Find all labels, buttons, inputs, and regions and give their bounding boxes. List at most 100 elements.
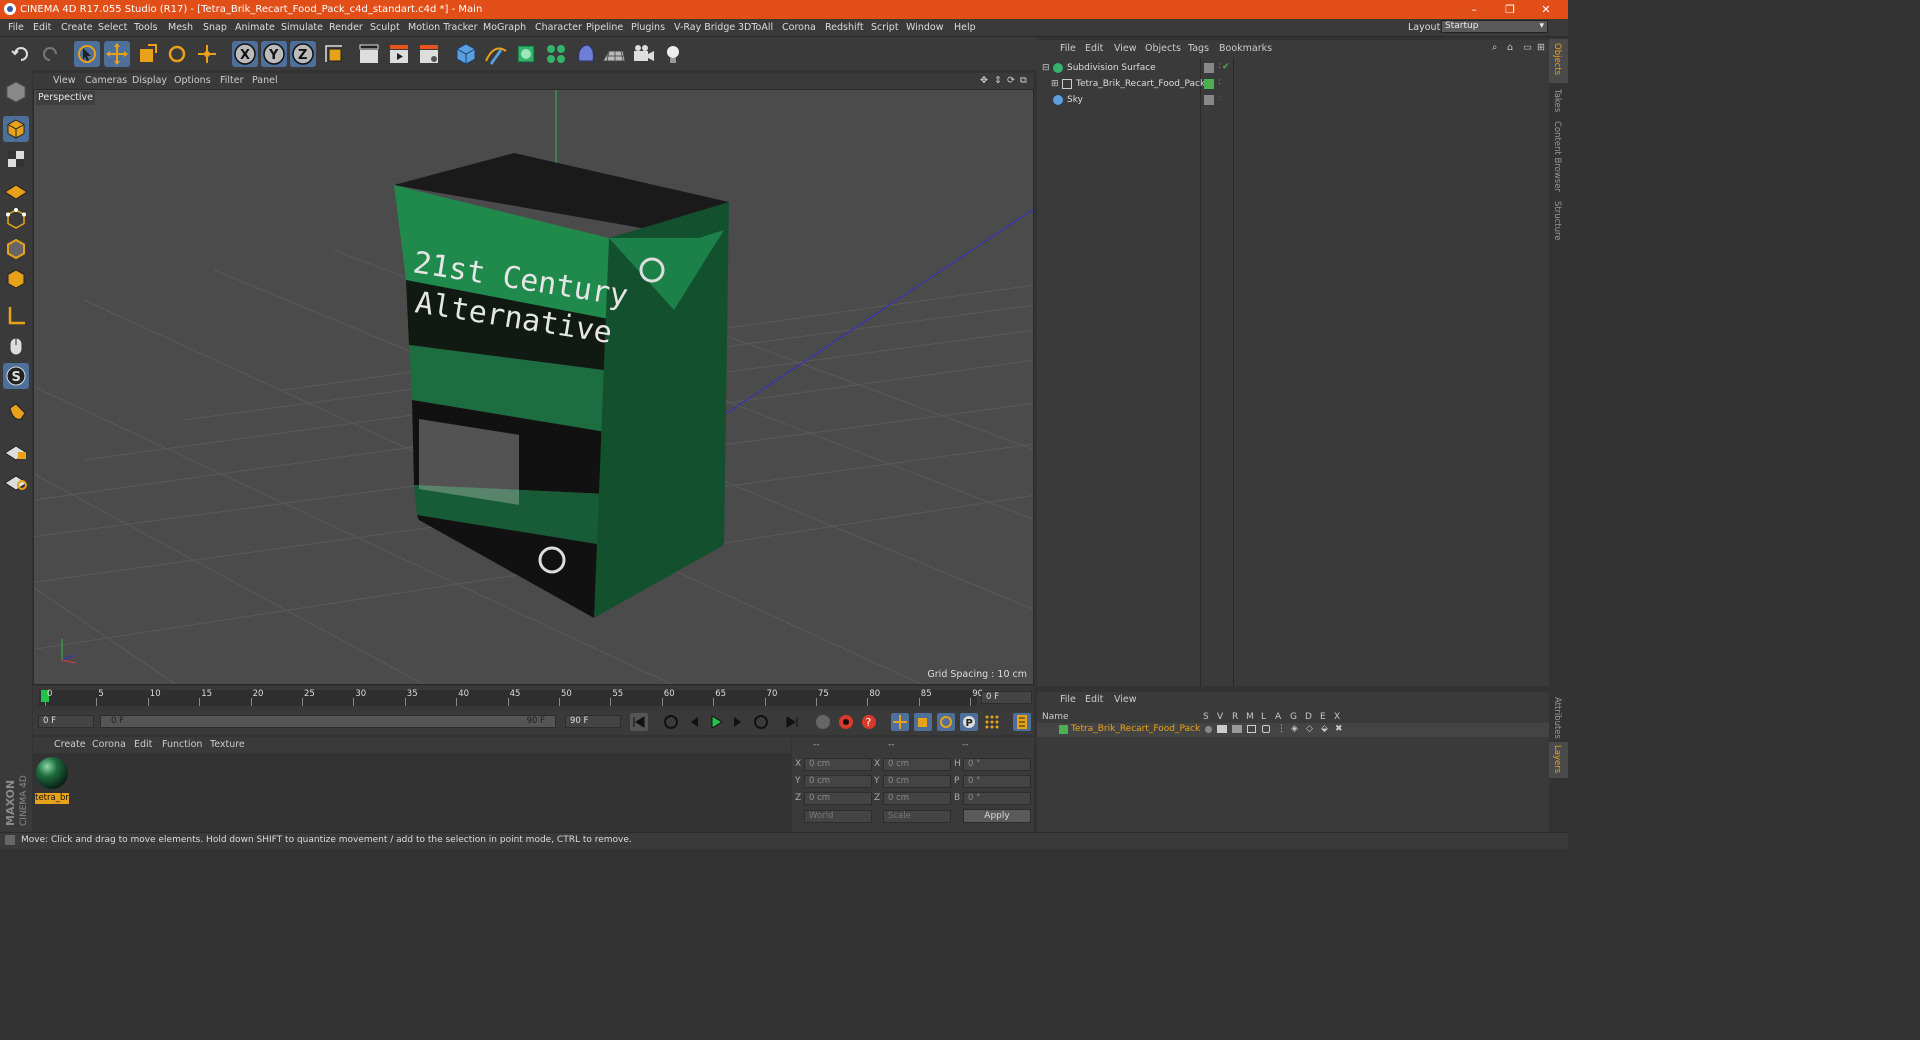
apply-button[interactable]: Apply — [963, 809, 1031, 823]
visibility-dots-icon[interactable]: : — [1218, 61, 1221, 71]
keyframe-selection-button[interactable]: ? — [860, 713, 878, 731]
animation-icon[interactable]: ⋮ — [1277, 724, 1286, 734]
menu-window[interactable]: Window — [906, 22, 943, 33]
end-frame-field[interactable]: 90 F — [565, 715, 621, 728]
move-tool-button[interactable] — [104, 41, 130, 67]
coord-y-position[interactable]: 0 cm — [804, 775, 872, 788]
add-subdivision-button[interactable] — [513, 41, 539, 67]
timeline-window-button[interactable] — [1013, 713, 1031, 731]
menu-simulate[interactable]: Simulate — [281, 22, 323, 33]
objects-menu-objects[interactable]: Objects — [1145, 43, 1181, 54]
size-y-field[interactable]: 0 cm — [883, 775, 951, 788]
scale-tool-button[interactable] — [134, 41, 160, 67]
menu-help[interactable]: Help — [954, 22, 976, 33]
tab-layers[interactable]: Layers — [1552, 745, 1562, 773]
objects-menu-tags[interactable]: Tags — [1188, 43, 1209, 54]
axis-mode-button[interactable] — [3, 303, 29, 329]
texture-mode-button[interactable] — [3, 146, 29, 172]
menu-character[interactable]: Character — [535, 22, 582, 33]
menu-mograph[interactable]: MoGraph — [483, 22, 526, 33]
viewport-menu-view[interactable]: View — [53, 75, 76, 86]
menu-3dtoall[interactable]: 3DToAll — [738, 22, 773, 33]
rotation-b-field[interactable]: 0 ° — [963, 792, 1031, 805]
rotation-h-field[interactable]: 0 ° — [963, 758, 1031, 771]
menu-script[interactable]: Script — [871, 22, 899, 33]
magnet-tool-button[interactable] — [3, 400, 29, 426]
generator-icon[interactable]: ◈ — [1291, 724, 1298, 734]
layers-menu-edit[interactable]: Edit — [1085, 694, 1103, 705]
add-mograph-button[interactable] — [543, 41, 569, 67]
eye-icon[interactable] — [1217, 725, 1227, 733]
collapse-icon[interactable]: ⊟ — [1042, 63, 1050, 73]
viewport-menu-display[interactable]: Display — [132, 75, 167, 86]
xref-icon[interactable]: ✖ — [1335, 724, 1343, 734]
record-keys-button[interactable] — [814, 713, 832, 731]
objects-menu-edit[interactable]: Edit — [1085, 43, 1103, 54]
manager-icon[interactable] — [1247, 725, 1256, 733]
menu-plugins[interactable]: Plugins — [631, 22, 665, 33]
autokey-button[interactable] — [837, 713, 855, 731]
material-menu-corona[interactable]: Corona — [92, 739, 126, 750]
menu-motion-tracker[interactable]: Motion Tracker — [408, 22, 478, 33]
viewport-menu-filter[interactable]: Filter — [220, 75, 244, 86]
close-button[interactable]: ✕ — [1528, 0, 1564, 19]
menu-pipeline[interactable]: Pipeline — [586, 22, 623, 33]
layer-color-icon[interactable] — [1204, 79, 1214, 89]
size-x-field[interactable]: 0 cm — [883, 758, 951, 771]
enable-snap-button[interactable] — [3, 467, 29, 493]
tab-objects[interactable]: Objects — [1552, 43, 1562, 75]
menu-edit[interactable]: Edit — [33, 22, 51, 33]
x-axis-lock-button[interactable]: X — [232, 41, 258, 67]
menu-animate[interactable]: Animate — [235, 22, 275, 33]
add-cube-button[interactable] — [453, 41, 479, 67]
layer-row[interactable]: Tetra_Brik_Recart_Food_Pack ⋮ ◈ ◇ ⬙ ✖ — [1037, 723, 1549, 737]
3d-viewport[interactable]: 21st Century Alternative Perspective Gri… — [33, 89, 1034, 685]
material-menu-function[interactable]: Function — [162, 739, 202, 750]
key-scale-button[interactable] — [914, 713, 932, 731]
start-frame-field[interactable]: 0 F — [38, 715, 94, 728]
menu-select[interactable]: Select — [98, 22, 127, 33]
layer-icon[interactable] — [1204, 63, 1214, 73]
render-to-picture-viewer-button[interactable] — [386, 41, 412, 67]
timeline-ruler[interactable]: 0 5 10 15 20 25 30 35 40 45 50 55 60 65 70 75 80 85 90 0 F — [33, 686, 1034, 711]
menu-redshift[interactable]: Redshift — [825, 22, 864, 33]
tab-takes[interactable]: Takes — [1552, 89, 1562, 112]
viewport-maximize-icon[interactable]: ⧉ — [1020, 75, 1027, 86]
menu-mesh[interactable]: Mesh — [168, 22, 193, 33]
z-axis-lock-button[interactable]: Z — [290, 41, 316, 67]
coord-z-position[interactable]: 0 cm — [804, 792, 872, 805]
menu-render[interactable]: Render — [329, 22, 363, 33]
tab-attributes[interactable]: Attributes — [1552, 697, 1562, 739]
points-mode-button[interactable] — [3, 206, 29, 232]
add-light-button[interactable] — [660, 41, 686, 67]
expression-icon[interactable]: ⬙ — [1321, 724, 1328, 734]
layer-icon[interactable] — [1204, 95, 1214, 105]
layers-menu-view[interactable]: View — [1114, 694, 1137, 705]
previous-frame-button[interactable] — [685, 713, 703, 731]
viewport-rotate-icon[interactable]: ⟳ — [1007, 75, 1015, 86]
object-row[interactable]: Sky : — [1037, 93, 1549, 109]
snap-settings-button[interactable] — [3, 437, 29, 463]
solo-toggle-icon[interactable] — [1205, 726, 1212, 733]
new-view-icon[interactable]: ▭ — [1523, 42, 1532, 53]
previous-key-button[interactable] — [662, 713, 680, 731]
layer-color-swatch[interactable] — [1059, 725, 1068, 734]
material-menu-texture[interactable]: Texture — [210, 739, 245, 750]
object-row[interactable]: ⊟ Subdivision Surface : ✔ — [1037, 61, 1549, 77]
rotate-tool-button[interactable] — [164, 41, 190, 67]
checkmark-icon[interactable]: ✔ — [1222, 62, 1230, 72]
coord-x-position[interactable]: 0 cm — [804, 758, 872, 771]
lock-icon[interactable] — [1262, 725, 1270, 733]
tab-content-browser[interactable]: Content Browser — [1552, 121, 1562, 192]
menu-tools[interactable]: Tools — [134, 22, 157, 33]
objects-menu-file[interactable]: File — [1060, 43, 1076, 54]
viewport-menu-options[interactable]: Options — [174, 75, 211, 86]
layout-dropdown[interactable]: Startup ▾ — [1441, 20, 1548, 33]
next-frame-button[interactable] — [729, 713, 747, 731]
menu-sculpt[interactable]: Sculpt — [370, 22, 400, 33]
search-icon[interactable]: ⌕ — [1492, 42, 1497, 53]
range-slider[interactable]: 0 F 90 F — [100, 715, 556, 728]
lock-icon[interactable]: ⊞ — [1537, 42, 1545, 53]
polygons-mode-button[interactable] — [3, 266, 29, 292]
transform-tool-button[interactable] — [194, 41, 220, 67]
